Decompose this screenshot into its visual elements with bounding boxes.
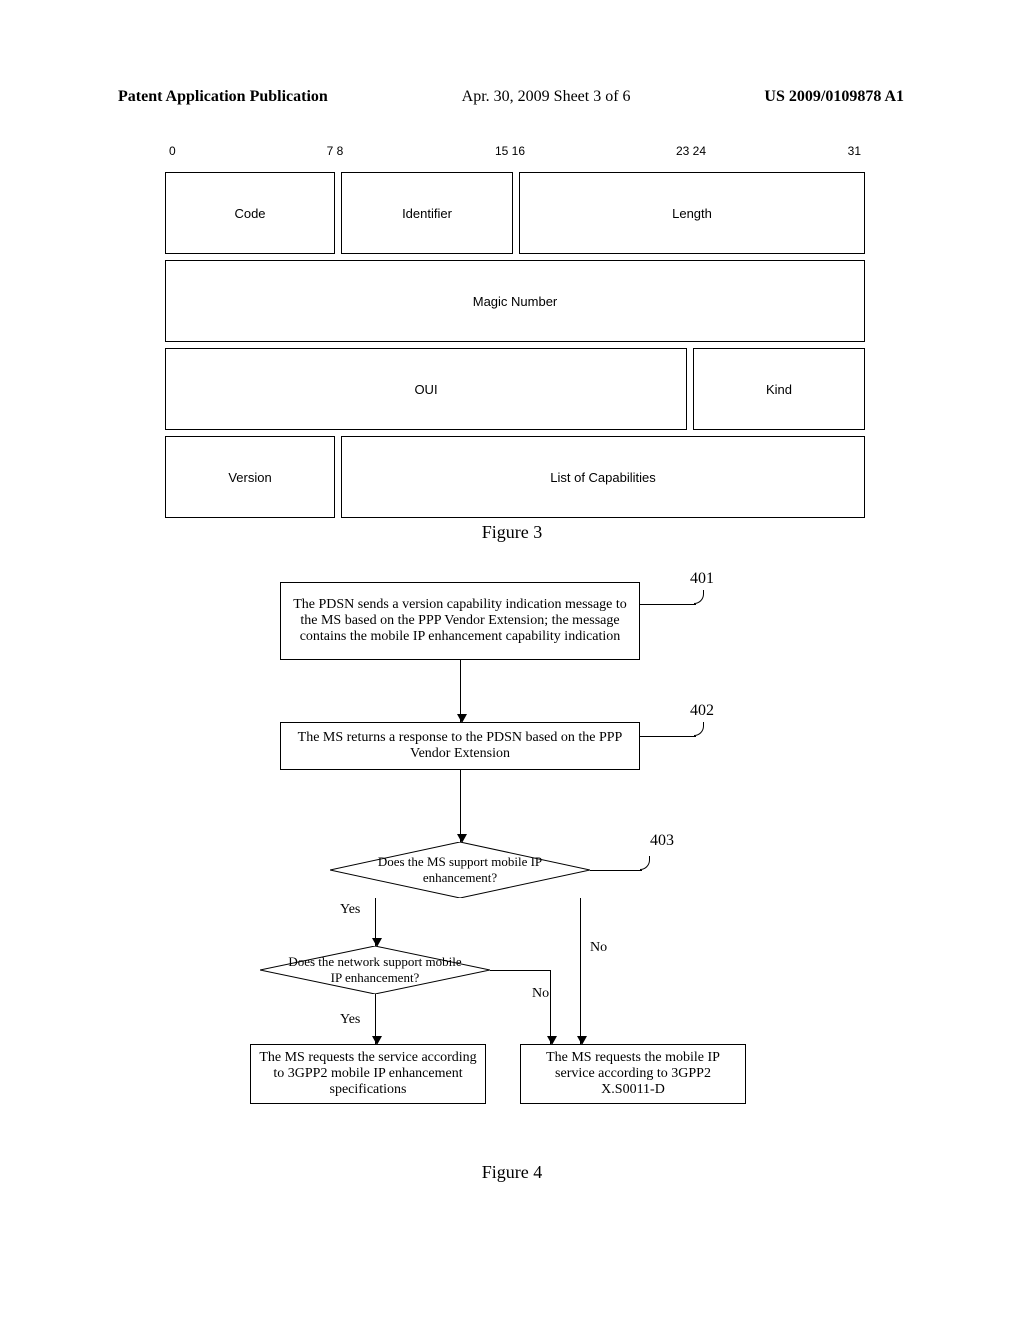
field-kind: Kind [693,348,865,430]
callout-line [590,870,642,871]
label-403: 403 [650,832,674,850]
callout-hook [694,722,704,736]
decision-403-text: Does the MS support mobile IP enhancemen… [330,842,590,898]
label-401: 401 [690,570,714,588]
edge-label-no: No [590,940,607,956]
field-version: Version [165,436,335,518]
edge-line [490,970,550,971]
figure-4-caption: Figure 4 [0,1162,1024,1183]
arrow-down-icon [460,770,461,842]
packet-row-3: OUI Kind [165,348,865,430]
header-left: Patent Application Publication [118,88,328,106]
header-right: US 2009/0109878 A1 [764,88,904,106]
packet-row-4: Version List of Capabilities [165,436,865,518]
callout-line [640,736,696,737]
field-length: Length [519,172,865,254]
arrow-down-icon [375,898,376,946]
callout-hook [694,590,704,604]
field-code: Code [165,172,335,254]
figure-4-flowchart: The PDSN sends a version capability indi… [260,582,780,1152]
callout-line [640,604,696,605]
field-magic-number: Magic Number [165,260,865,342]
bit-label: 23 24 [676,144,706,158]
decision-network: Does the network support mobile IP enhan… [260,946,490,994]
edge-label-yes: Yes [340,1012,360,1028]
figure-3-packet-diagram: 0 7 8 15 16 23 24 31 Code Identifier Len… [165,144,865,518]
step-402: The MS returns a response to the PDSN ba… [280,722,640,770]
callout-hook [640,856,650,870]
page-header: Patent Application Publication Apr. 30, … [118,88,904,106]
bit-ruler: 0 7 8 15 16 23 24 31 [165,144,865,166]
arrow-down-icon [460,660,461,722]
decision-403: Does the MS support mobile IP enhancemen… [330,842,590,898]
result-left: The MS requests the service according to… [250,1044,486,1104]
arrow-down-icon [375,994,376,1044]
packet-row-2: Magic Number [165,260,865,342]
field-oui: OUI [165,348,687,430]
decision-network-text: Does the network support mobile IP enhan… [260,946,490,994]
edge-label-yes: Yes [340,902,360,918]
figure-3-caption: Figure 3 [0,522,1024,543]
label-402: 402 [690,702,714,720]
header-center: Apr. 30, 2009 Sheet 3 of 6 [462,88,631,106]
arrow-down-icon [580,898,581,1044]
bit-label: 7 8 [327,144,344,158]
step-401: The PDSN sends a version capability indi… [280,582,640,660]
bit-label: 0 [169,144,176,158]
edge-label-no: No [532,986,549,1002]
field-identifier: Identifier [341,172,513,254]
packet-row-1: Code Identifier Length [165,172,865,254]
bit-label: 15 16 [495,144,525,158]
bit-label: 31 [848,144,861,158]
arrow-down-icon [550,970,551,1044]
result-right: The MS requests the mobile IP service ac… [520,1044,746,1104]
field-list-of-capabilities: List of Capabilities [341,436,865,518]
